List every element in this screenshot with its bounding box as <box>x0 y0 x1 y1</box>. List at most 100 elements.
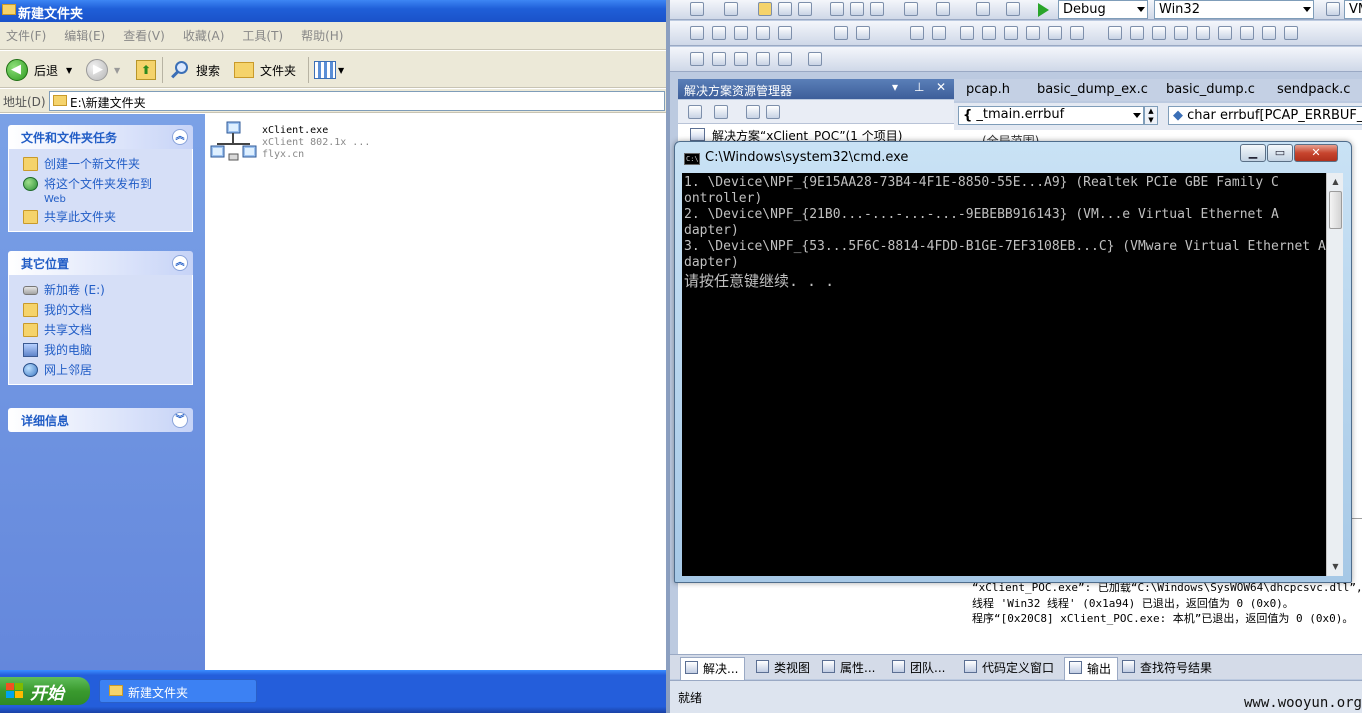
config-select[interactable]: Debug <box>1058 0 1148 19</box>
tab-find-symbol-results[interactable]: 查找符号结果 <box>1122 659 1212 676</box>
menu-view[interactable]: 查看(V) <box>123 27 165 44</box>
show-all-files-icon[interactable] <box>714 105 728 119</box>
tab-sendpack-c[interactable]: sendpack.c <box>1277 82 1350 97</box>
object-browser-icon[interactable] <box>1152 26 1166 40</box>
view-code-icon[interactable] <box>746 105 760 119</box>
other-places-header[interactable]: 其它位置 ︽ <box>8 251 193 275</box>
indent-icon[interactable] <box>834 26 848 40</box>
explorer-title-bar[interactable]: 新建文件夹 <box>0 0 666 22</box>
place-my-computer[interactable]: 我的电脑 <box>9 340 192 360</box>
console-output[interactable]: 1. \Device\NPF_{9E15AA28-73B4-4F1E-8850-… <box>682 173 1326 576</box>
toolbar-icon[interactable] <box>778 26 792 40</box>
toolbar-icon[interactable] <box>734 26 748 40</box>
place-drive-e[interactable]: 新加卷 (E:) <box>9 280 192 300</box>
save-icon[interactable] <box>778 2 792 16</box>
tab-solution-explorer[interactable]: 解决... <box>680 657 746 680</box>
outdent-icon[interactable] <box>856 26 870 40</box>
scroll-down-icon[interactable]: ▼ <box>1328 559 1343 574</box>
tab-output[interactable]: 输出 <box>1064 657 1119 680</box>
redo-icon[interactable] <box>936 2 950 16</box>
find-in-files-icon[interactable] <box>1326 2 1340 16</box>
split-button[interactable]: ▲ ▼ <box>1144 106 1158 125</box>
task-new-folder[interactable]: 创建一个新文件夹 <box>9 154 192 174</box>
back-button[interactable]: ◀ 后退 ▼ <box>6 57 72 83</box>
debug-icon[interactable] <box>712 52 726 66</box>
cut-icon[interactable] <box>830 2 844 16</box>
taskbar-item-explorer[interactable]: 新建文件夹 <box>99 679 257 703</box>
menu-tools[interactable]: 工具(T) <box>242 27 283 44</box>
bookmark-clear-icon[interactable] <box>1026 26 1040 40</box>
debug-icon[interactable] <box>756 52 770 66</box>
address-input[interactable]: E:\新建文件夹 <box>49 91 665 111</box>
open-file-icon[interactable] <box>758 2 772 16</box>
pin-icon[interactable]: ⊥ <box>914 80 924 94</box>
file-tasks-header[interactable]: 文件和文件夹任务 ︽ <box>8 125 193 149</box>
bookmark-next-icon[interactable] <box>1004 26 1018 40</box>
navigate-forward-icon[interactable] <box>1006 2 1020 16</box>
menu-help[interactable]: 帮助(H) <box>301 27 343 44</box>
back-dropdown-icon[interactable]: ▼ <box>66 66 72 75</box>
bookmark-icon[interactable] <box>960 26 974 40</box>
extension-icon[interactable] <box>1262 26 1276 40</box>
extension-icon[interactable] <box>1284 26 1298 40</box>
paste-icon[interactable] <box>870 2 884 16</box>
expand-chevron-icon[interactable]: ︾ <box>172 412 188 428</box>
debug-icon[interactable] <box>808 52 822 66</box>
tab-basic-dump-c[interactable]: basic_dump.c <box>1166 82 1255 97</box>
platform-select[interactable]: Win32 <box>1154 0 1314 19</box>
toolbar-icon[interactable] <box>756 26 770 40</box>
find-icon[interactable] <box>1070 26 1084 40</box>
task-share-folder[interactable]: 共享此文件夹 <box>9 207 192 227</box>
collapse-chevron-icon[interactable]: ︽ <box>172 255 188 271</box>
toolbar-icon[interactable] <box>690 26 704 40</box>
scroll-up-icon[interactable]: ▲ <box>1328 174 1343 189</box>
maximize-button[interactable]: ▭ <box>1267 144 1293 162</box>
start-page-icon[interactable] <box>1240 26 1254 40</box>
add-item-icon[interactable] <box>724 2 738 16</box>
forward-button[interactable]: ▶ ▼ <box>86 57 120 83</box>
debug-icon[interactable] <box>690 52 704 66</box>
bookmark-folder-icon[interactable] <box>1048 26 1062 40</box>
team-explorer-icon[interactable] <box>1196 26 1210 40</box>
tab-basic-dump-ex-c[interactable]: basic_dump_ex.c <box>1037 82 1148 97</box>
collapse-chevron-icon[interactable]: ︽ <box>172 129 188 145</box>
save-all-icon[interactable] <box>798 2 812 16</box>
tab-class-view[interactable]: 类视图 <box>756 659 810 676</box>
find-combo[interactable]: VM <box>1344 0 1362 19</box>
dropdown-icon[interactable]: ▾ <box>892 80 898 94</box>
menu-file[interactable]: 文件(F) <box>6 27 46 44</box>
member-select[interactable]: { _tmain.errbuf <box>958 106 1144 125</box>
solution-explorer-icon[interactable] <box>1108 26 1122 40</box>
toolbox-icon[interactable] <box>1174 26 1188 40</box>
console-scrollbar[interactable]: ▲ ▼ <box>1326 173 1343 576</box>
debug-icon[interactable] <box>734 52 748 66</box>
close-button[interactable]: ✕ <box>1294 144 1338 162</box>
minimize-button[interactable]: ▁ <box>1240 144 1266 162</box>
navigate-backward-icon[interactable] <box>976 2 990 16</box>
start-debugging-icon[interactable] <box>1038 3 1049 17</box>
folders-button[interactable]: 文件夹 <box>234 57 296 83</box>
file-xclient-exe[interactable]: xClient.exe xClient 802.1x ... flyx.cn <box>210 118 430 168</box>
undo-icon[interactable] <box>904 2 918 16</box>
up-folder-button[interactable]: ⬆ <box>136 57 156 83</box>
comment-icon[interactable] <box>910 26 924 40</box>
toolbar-icon[interactable] <box>712 26 726 40</box>
close-icon[interactable]: ✕ <box>936 80 946 94</box>
class-view-icon[interactable] <box>1218 26 1232 40</box>
place-network[interactable]: 网上邻居 <box>9 360 192 380</box>
debug-icon[interactable] <box>778 52 792 66</box>
symbol-select[interactable]: ◆ char errbuf[PCAP_ERRBUF_SIZE] <box>1168 106 1362 125</box>
views-button[interactable]: ▼ <box>314 57 344 83</box>
forward-dropdown-icon[interactable]: ▼ <box>114 66 120 75</box>
task-publish-web[interactable]: 将这个文件夹发布到 Web <box>9 174 192 207</box>
solution-explorer-header[interactable]: 解决方案资源管理器 ▾ ⊥ ✕ <box>678 79 954 99</box>
new-project-icon[interactable] <box>690 2 704 16</box>
menu-edit[interactable]: 编辑(E) <box>64 27 105 44</box>
scroll-thumb[interactable] <box>1329 191 1342 229</box>
place-my-documents[interactable]: 我的文档 <box>9 300 192 320</box>
bookmark-prev-icon[interactable] <box>982 26 996 40</box>
details-header[interactable]: 详细信息 ︾ <box>8 408 193 432</box>
menu-favorites[interactable]: 收藏(A) <box>183 27 225 44</box>
start-button[interactable]: 开始 <box>0 677 90 705</box>
tab-code-definition[interactable]: 代码定义窗口 <box>964 659 1054 676</box>
